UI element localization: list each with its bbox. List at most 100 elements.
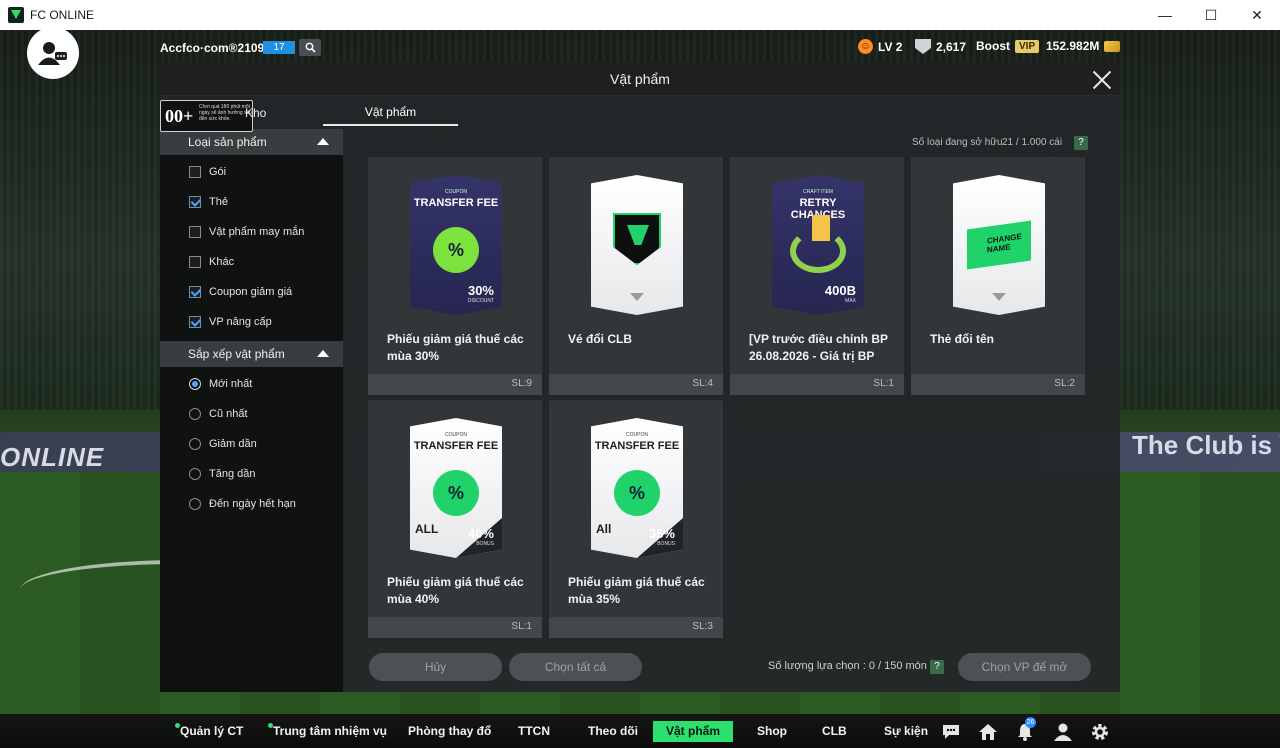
- nav-item[interactable]: Quản lý CT: [175, 721, 243, 742]
- nav-item[interactable]: Theo dõi: [588, 721, 638, 742]
- item-footer: SL:1: [368, 617, 542, 638]
- profile-icon[interactable]: [1053, 722, 1073, 742]
- item-quantity: SL:4: [692, 378, 713, 389]
- close-window-button[interactable]: ✕: [1234, 0, 1280, 30]
- chat-icon[interactable]: [941, 722, 961, 742]
- filter-row[interactable]: Thẻ: [189, 196, 228, 208]
- art-percent-sub: MAX: [845, 298, 856, 304]
- level-display: ☺ LV 2: [858, 39, 902, 54]
- item-card[interactable]: CHANGE NAME Thẻ đổi tên SL:2: [911, 157, 1085, 395]
- cancel-button[interactable]: Hủy: [369, 653, 502, 681]
- nav-item-label: Phòng thay đổ: [408, 724, 492, 738]
- nav-item[interactable]: Shop: [757, 721, 787, 742]
- item-name: Phiếu giảm giá thuế các mùa 35%: [568, 575, 705, 606]
- filter-row[interactable]: VP nâng cấp: [189, 316, 272, 328]
- currency-display: 152.982M: [1046, 39, 1121, 53]
- filter-row[interactable]: Coupon giảm giá: [189, 286, 292, 298]
- item-card[interactable]: Vé đổi CLB SL:4: [549, 157, 723, 395]
- sort-option-row[interactable]: Mới nhất: [189, 378, 252, 390]
- sort-option-row[interactable]: Tăng dần: [189, 468, 255, 480]
- art-top-label: COUPON: [445, 432, 467, 438]
- nav-item[interactable]: Sự kiện: [884, 721, 928, 742]
- item-quantity: SL:1: [511, 621, 532, 632]
- tab-storage[interactable]: Kho: [245, 106, 266, 120]
- user-chat-icon: [38, 42, 67, 65]
- nav-item-label: CLB: [822, 724, 847, 738]
- user-badge: 17: [263, 41, 295, 54]
- coupon-seal-icon: %: [433, 470, 479, 516]
- search-button[interactable]: [299, 39, 321, 56]
- item-quantity: SL:1: [873, 378, 894, 389]
- maximize-button[interactable]: ☐: [1188, 0, 1234, 30]
- item-quantity: SL:2: [1054, 378, 1075, 389]
- gear-icon[interactable]: [1090, 722, 1110, 742]
- fc-logo-icon: [992, 293, 1006, 303]
- vip-badge: VIP: [1015, 39, 1040, 53]
- nav-item[interactable]: TTCN: [518, 721, 550, 742]
- boost-display[interactable]: Boost VIP: [976, 39, 1040, 53]
- filter-label: Gói: [209, 166, 227, 178]
- nav-item[interactable]: Vật phẩm: [653, 721, 733, 742]
- item-card[interactable]: CRAFT ITEMRETRY CHANCES400BMAX [VP trước …: [730, 157, 904, 395]
- items-modal: Vật phẩm Loại sản phẩm Gói Thẻ Vật phẩm ma…: [160, 62, 1120, 692]
- sort-radio[interactable]: [189, 468, 201, 480]
- item-card[interactable]: COUPON TRANSFER FEE% 30% DISCOUNT Phiếu giảm…: [368, 157, 542, 395]
- filter-row[interactable]: Khác: [189, 256, 234, 268]
- level-text: LV 2: [878, 39, 903, 54]
- select-all-button[interactable]: Chọn tất cả: [509, 653, 642, 681]
- filter-row[interactable]: Vật phẩm may mắn: [189, 226, 304, 238]
- sort-option-label: Tăng dần: [209, 468, 256, 480]
- sort-radio[interactable]: [189, 438, 201, 450]
- product-type-header[interactable]: Loại sản phẩm: [160, 129, 343, 155]
- friends-avatar-button[interactable]: [27, 27, 79, 79]
- item-card-art: COUPON TRANSFER FEE% 30% DISCOUNT: [410, 175, 502, 315]
- rank-display: 2,617: [915, 39, 966, 54]
- item-footer: SL:2: [911, 374, 1085, 395]
- nav-item[interactable]: Trung tâm nhiệm vụ: [268, 721, 387, 742]
- filter-checkbox[interactable]: [189, 196, 201, 208]
- tab-items[interactable]: Vật phẩm: [323, 100, 458, 126]
- sort-option-row[interactable]: Giảm dần: [189, 438, 257, 450]
- item-name: Phiếu giảm giá thuế các mùa 30%: [387, 332, 524, 363]
- owned-value: 21 / 1.000 cái: [1002, 137, 1063, 148]
- rank-shield-icon: [915, 39, 931, 54]
- nav-item-label: Theo dõi: [588, 724, 638, 738]
- item-card-art: CRAFT ITEMRETRY CHANCES400BMAX: [772, 175, 864, 315]
- sort-radio[interactable]: [189, 408, 201, 420]
- home-icon[interactable]: [978, 722, 998, 742]
- filter-checkbox[interactable]: [189, 256, 201, 268]
- open-item-button[interactable]: Chọn VP để mở: [958, 653, 1091, 681]
- filter-checkbox[interactable]: [189, 316, 201, 328]
- banner-text-left: ONLINE: [0, 442, 105, 472]
- owned-label: Số loại đang sở hữu: [912, 137, 1003, 148]
- filter-checkbox[interactable]: [189, 226, 201, 238]
- sort-radio[interactable]: [189, 378, 201, 390]
- close-modal-button[interactable]: [1092, 70, 1112, 90]
- nav-item-label: Quản lý CT: [180, 724, 244, 738]
- minimize-button[interactable]: —: [1142, 0, 1188, 30]
- filter-sidebar: Loại sản phẩm Gói Thẻ Vật phẩm may mắn Khác…: [160, 129, 343, 692]
- window-title: FC ONLINE: [30, 8, 95, 22]
- sort-label: Sắp xếp vật phẩm: [188, 347, 285, 361]
- filter-checkbox[interactable]: [189, 166, 201, 178]
- owned-help-button[interactable]: ?: [1074, 136, 1088, 150]
- nav-item[interactable]: Phòng thay đổ: [408, 721, 491, 742]
- item-card-art: COUPON TRANSFER FEE% ALL 40% BONUS: [410, 418, 502, 558]
- selection-help-button[interactable]: ?: [930, 660, 944, 674]
- sort-radio[interactable]: [189, 498, 201, 510]
- age-rating-badge: 00+ Chơi quá 180 phút một ngày sẽ ảnh hư…: [160, 100, 253, 132]
- art-percent-sub: BONUS: [476, 541, 494, 547]
- sort-header[interactable]: Sắp xếp vật phẩm: [160, 341, 343, 367]
- item-card[interactable]: COUPON TRANSFER FEE% ALL 40% BONUS Phiếu giảm…: [368, 400, 542, 638]
- item-card[interactable]: COUPON TRANSFER FEE% All 35% BONUS Phiếu giảm…: [549, 400, 723, 638]
- nav-notification-dot: [268, 723, 273, 728]
- nav-item[interactable]: CLB: [822, 721, 847, 742]
- sort-option-row[interactable]: Cũ nhất: [189, 408, 248, 420]
- filter-row[interactable]: Gói: [189, 166, 226, 178]
- fc-logo-icon: [630, 293, 644, 303]
- art-top-label: COUPON: [626, 432, 648, 438]
- sort-option-row[interactable]: Đến ngày hết hạn: [189, 498, 296, 510]
- filter-label: Thẻ: [209, 196, 228, 208]
- filter-checkbox[interactable]: [189, 286, 201, 298]
- art-all-label: All: [596, 522, 612, 536]
